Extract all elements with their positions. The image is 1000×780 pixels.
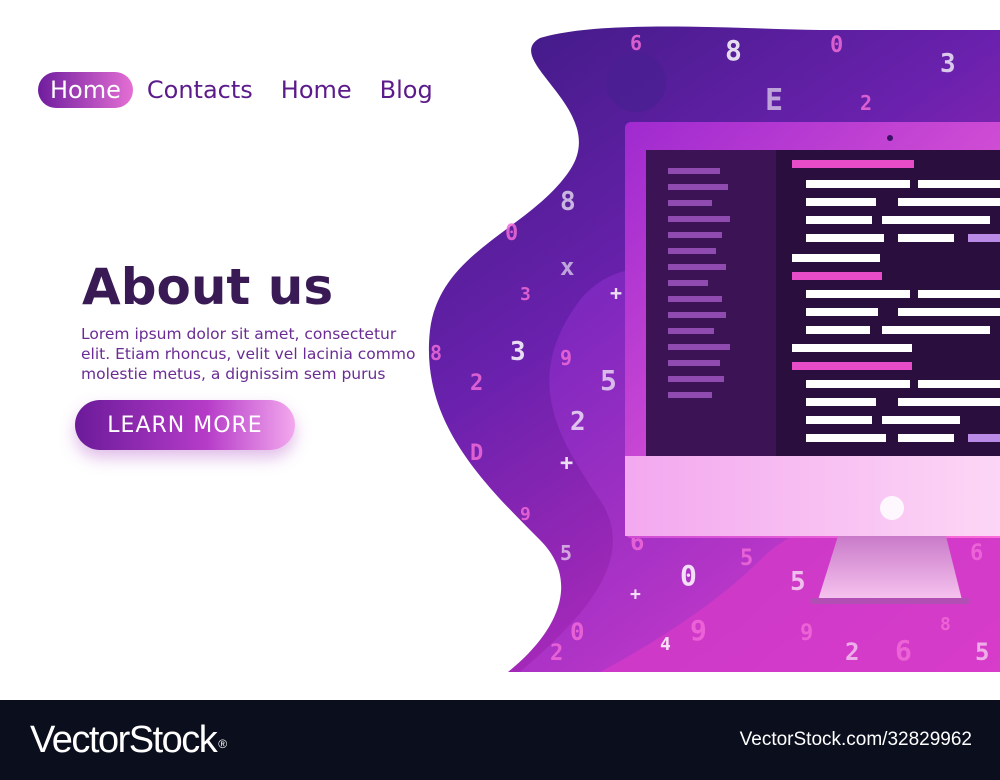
svg-text:4: 4 [660, 634, 671, 655]
svg-text:3: 3 [520, 284, 531, 305]
watermark-bar: VectorStock ® VectorStock.com/32829962 [0, 700, 1000, 780]
svg-text:2: 2 [550, 641, 563, 666]
svg-text:2: 2 [470, 371, 483, 396]
svg-text:6: 6 [630, 31, 642, 55]
svg-text:5: 5 [740, 546, 753, 571]
svg-text:5: 5 [560, 541, 572, 565]
svg-text:0: 0 [570, 618, 584, 646]
learn-more-button[interactable]: LEARN MORE [75, 400, 295, 450]
svg-text:3: 3 [940, 49, 956, 79]
svg-text:9: 9 [520, 504, 531, 525]
svg-text:6: 6 [895, 634, 912, 667]
svg-text:8: 8 [560, 187, 576, 217]
svg-text:9: 9 [690, 614, 707, 647]
svg-text:8: 8 [725, 34, 742, 67]
nav-item-home[interactable]: Home [38, 72, 133, 108]
top-nav: Home Contacts Home Blog [38, 72, 461, 108]
svg-text:6: 6 [970, 541, 983, 566]
watermark-id: VectorStock.com/32829962 [739, 729, 972, 750]
svg-text:2: 2 [860, 91, 872, 115]
svg-text:0: 0 [830, 33, 843, 58]
svg-text:D: D [470, 441, 483, 466]
svg-text:E: E [765, 83, 783, 118]
watermark-brand: VectorStock [30, 718, 218, 761]
svg-text:9: 9 [800, 621, 813, 646]
svg-text:3: 3 [510, 337, 526, 367]
nav-item-blog[interactable]: Blog [380, 72, 433, 108]
svg-text:2: 2 [570, 407, 586, 437]
page-title: About us [82, 258, 334, 316]
nav-item-home-secondary[interactable]: Home [281, 72, 352, 108]
svg-text:+: + [630, 584, 641, 605]
svg-text:x: x [560, 253, 574, 281]
svg-text:5: 5 [975, 638, 989, 666]
svg-text:8: 8 [430, 341, 442, 365]
hero-description: Lorem ipsum dolor sit amet, consectetur … [81, 325, 416, 383]
svg-text:5: 5 [600, 364, 617, 397]
svg-text:+: + [560, 451, 573, 476]
svg-text:8: 8 [940, 614, 951, 635]
svg-text:0: 0 [680, 559, 697, 592]
svg-text:9: 9 [560, 346, 572, 370]
svg-text:5: 5 [790, 567, 806, 597]
svg-text:+: + [610, 281, 622, 305]
nav-item-contacts[interactable]: Contacts [147, 72, 253, 108]
registered-mark: ® [218, 736, 228, 751]
svg-text:2: 2 [845, 638, 859, 666]
watermark-logo: VectorStock ® [30, 719, 227, 762]
svg-text:0: 0 [505, 221, 518, 246]
